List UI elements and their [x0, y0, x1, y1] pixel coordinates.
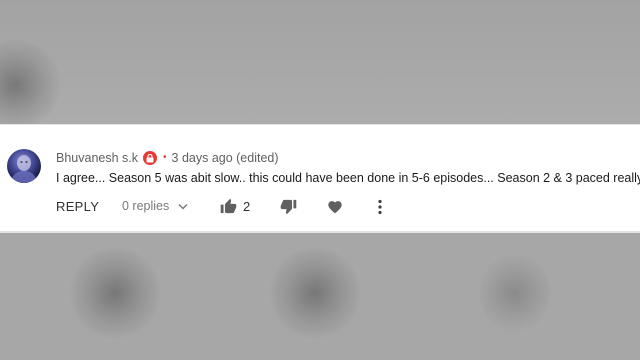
- blurred-shape: [270, 248, 360, 338]
- comment-timestamp: 3 days ago (edited): [171, 151, 279, 165]
- like-count: 2: [243, 198, 251, 214]
- blurred-video-background-top: [0, 0, 640, 124]
- more-vert-icon[interactable]: [377, 199, 383, 215]
- comment-meta: Bhuvanesh s.k • 3 days ago (edited): [56, 149, 279, 167]
- blurred-shape: [70, 248, 160, 338]
- author-name[interactable]: Bhuvanesh s.k: [56, 151, 138, 165]
- reply-button[interactable]: REPLY: [56, 199, 99, 214]
- blurred-shape: [480, 253, 550, 333]
- like-button[interactable]: 2: [220, 198, 250, 214]
- thumbs-up-icon: [220, 198, 237, 214]
- heart-icon[interactable]: [327, 199, 343, 214]
- meta-separator: •: [163, 152, 167, 163]
- view-replies-button[interactable]: 0 replies: [122, 199, 188, 213]
- comment-card: Bhuvanesh s.k • 3 days ago (edited) I ag…: [0, 124, 640, 233]
- avatar[interactable]: [7, 149, 41, 183]
- blurred-shape: [0, 40, 60, 124]
- chevron-down-icon: [178, 203, 188, 210]
- comment-text: I agree... Season 5 was abit slow.. this…: [56, 171, 640, 185]
- replies-count-label: 0 replies: [122, 199, 170, 213]
- blurred-video-background-bottom: [0, 233, 640, 360]
- lock-badge-icon: [143, 151, 157, 165]
- comment-actions: REPLY 0 replies 2: [56, 196, 640, 218]
- thumbs-down-icon[interactable]: [280, 199, 297, 215]
